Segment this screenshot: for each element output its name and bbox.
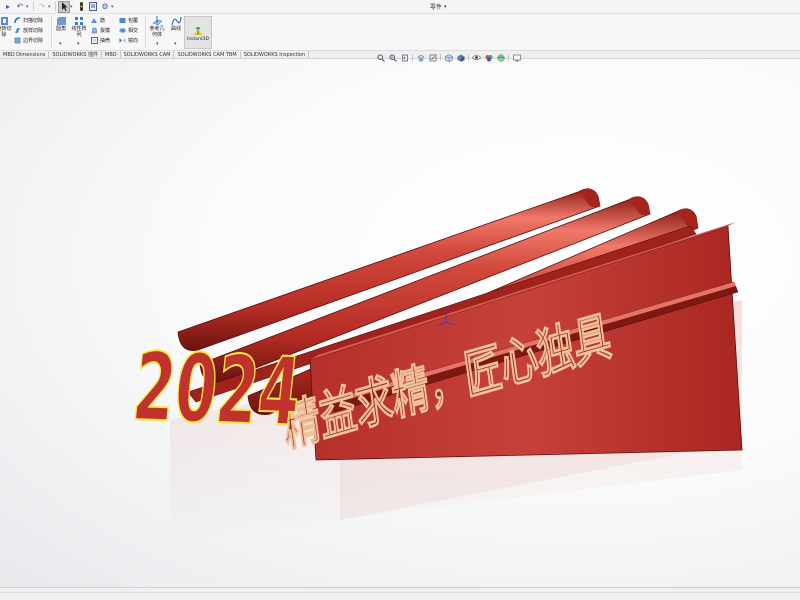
zoom-to-fit-icon[interactable] bbox=[376, 53, 385, 62]
rib-button[interactable]: 筋 bbox=[91, 16, 105, 25]
sweep-cut-icon bbox=[14, 17, 21, 24]
wrap-button[interactable]: 包覆 bbox=[119, 16, 138, 25]
shell-button[interactable]: 抽壳 bbox=[91, 36, 110, 45]
document-title[interactable]: 零件 ▾ bbox=[430, 2, 447, 12]
year-text: 2024 bbox=[128, 333, 305, 447]
menu-arrow-icon[interactable]: ▸ bbox=[2, 1, 14, 13]
curves-icon bbox=[170, 16, 182, 26]
options-gear-icon[interactable]: ⚙ bbox=[99, 1, 111, 13]
view-orientation-icon[interactable] bbox=[444, 53, 453, 62]
revolved-cut-icon bbox=[0, 17, 8, 25]
draft-icon bbox=[91, 27, 98, 34]
previous-view-icon[interactable] bbox=[400, 54, 409, 62]
title-dropdown-icon[interactable]: ▾ bbox=[444, 4, 447, 10]
loft-cut-button[interactable]: 放样切除 bbox=[14, 26, 43, 35]
hide-show-icon[interactable] bbox=[472, 54, 481, 62]
status-bar bbox=[0, 587, 800, 600]
redo-dropdown-icon[interactable]: ▾ bbox=[48, 4, 53, 10]
loft-cut-icon bbox=[15, 28, 20, 33]
fillet-dropdown-icon[interactable]: ▾ bbox=[59, 41, 62, 47]
revolved-cut-button[interactable]: 旋转切 除 bbox=[0, 16, 12, 38]
mirror-icon bbox=[119, 38, 126, 43]
tab-mbd-dimensions[interactable]: MBD Dimensions bbox=[0, 51, 50, 59]
redo-icon[interactable]: ↷ bbox=[36, 1, 48, 13]
tab-solidworks-cam-tbm[interactable]: SOLIDWORKS CAM TBM bbox=[174, 51, 241, 59]
curves-button[interactable]: 曲线 bbox=[168, 16, 184, 33]
file-properties-icon[interactable] bbox=[87, 1, 99, 13]
tab-mbd[interactable]: MBD bbox=[102, 51, 121, 59]
reference-geometry-dropdown-icon[interactable]: ▾ bbox=[156, 41, 159, 47]
edit-appearance-icon[interactable] bbox=[484, 54, 493, 62]
title-bar: ▸ ↶ ▾ ↷ ▾ ▾ ⚙ ▾ 零件 ▾ bbox=[0, 0, 800, 14]
apply-scene-icon[interactable] bbox=[496, 53, 505, 62]
undo-icon[interactable]: ↶ bbox=[14, 1, 26, 13]
wrap-icon bbox=[119, 18, 126, 23]
intersect-button[interactable]: 相交 bbox=[119, 26, 138, 35]
tab-solidworks-cam[interactable]: SOLIDWORKS CAM bbox=[121, 51, 175, 59]
select-pointer-icon[interactable] bbox=[58, 0, 70, 13]
mirror-button[interactable]: 镜向 bbox=[119, 36, 138, 45]
fillet-icon bbox=[56, 17, 66, 25]
view-settings-icon[interactable] bbox=[512, 54, 521, 62]
undo-dropdown-icon[interactable]: ▾ bbox=[26, 4, 31, 10]
tab-solidworks-addins[interactable]: SOLIDWORKS 插件 bbox=[49, 51, 102, 59]
reference-geometry-icon bbox=[151, 16, 163, 26]
quick-access-toolbar: ▸ ↶ ▾ ↷ ▾ ▾ ⚙ ▾ bbox=[0, 0, 116, 14]
dynamic-annotation-icon[interactable] bbox=[428, 54, 437, 62]
display-style-icon[interactable] bbox=[456, 54, 465, 62]
linear-pattern-icon bbox=[74, 17, 83, 25]
curves-dropdown-icon[interactable]: ▾ bbox=[174, 41, 177, 47]
tab-solidworks-inspection[interactable]: SOLIDWORKS Inspection bbox=[241, 51, 310, 59]
intersect-icon bbox=[119, 28, 126, 33]
part-model[interactable]: 精益求精，匠心独具 2024 bbox=[0, 59, 800, 587]
instant3d-button[interactable]: Instant3D bbox=[184, 16, 212, 49]
boundary-cut-icon bbox=[14, 37, 21, 44]
boundary-cut-button[interactable]: 边界切除 bbox=[14, 36, 43, 45]
command-manager: 旋转切 除 扫描切除 放样切除 边界切除 圆角 ▾ 线性阵 列 ▾ 筋 拔模 抽… bbox=[0, 14, 800, 50]
rib-icon bbox=[91, 18, 97, 23]
pattern-dropdown-icon[interactable]: ▾ bbox=[77, 41, 80, 47]
heads-up-view-toolbar bbox=[376, 53, 521, 62]
shell-icon bbox=[91, 37, 98, 44]
sweep-cut-button[interactable]: 扫描切除 bbox=[14, 16, 43, 25]
linear-pattern-button[interactable]: 线性阵 列 bbox=[70, 16, 88, 38]
section-view-icon[interactable] bbox=[416, 54, 425, 62]
rebuild-icon[interactable] bbox=[75, 1, 87, 13]
instant3d-icon bbox=[193, 27, 203, 35]
reference-geometry-button[interactable]: 参考几 何体 bbox=[147, 16, 167, 38]
fillet-button[interactable]: 圆角 bbox=[53, 16, 69, 33]
options-dropdown-icon[interactable]: ▾ bbox=[111, 4, 116, 10]
draft-button[interactable]: 拔模 bbox=[91, 26, 110, 35]
zoom-area-icon[interactable] bbox=[388, 53, 397, 62]
